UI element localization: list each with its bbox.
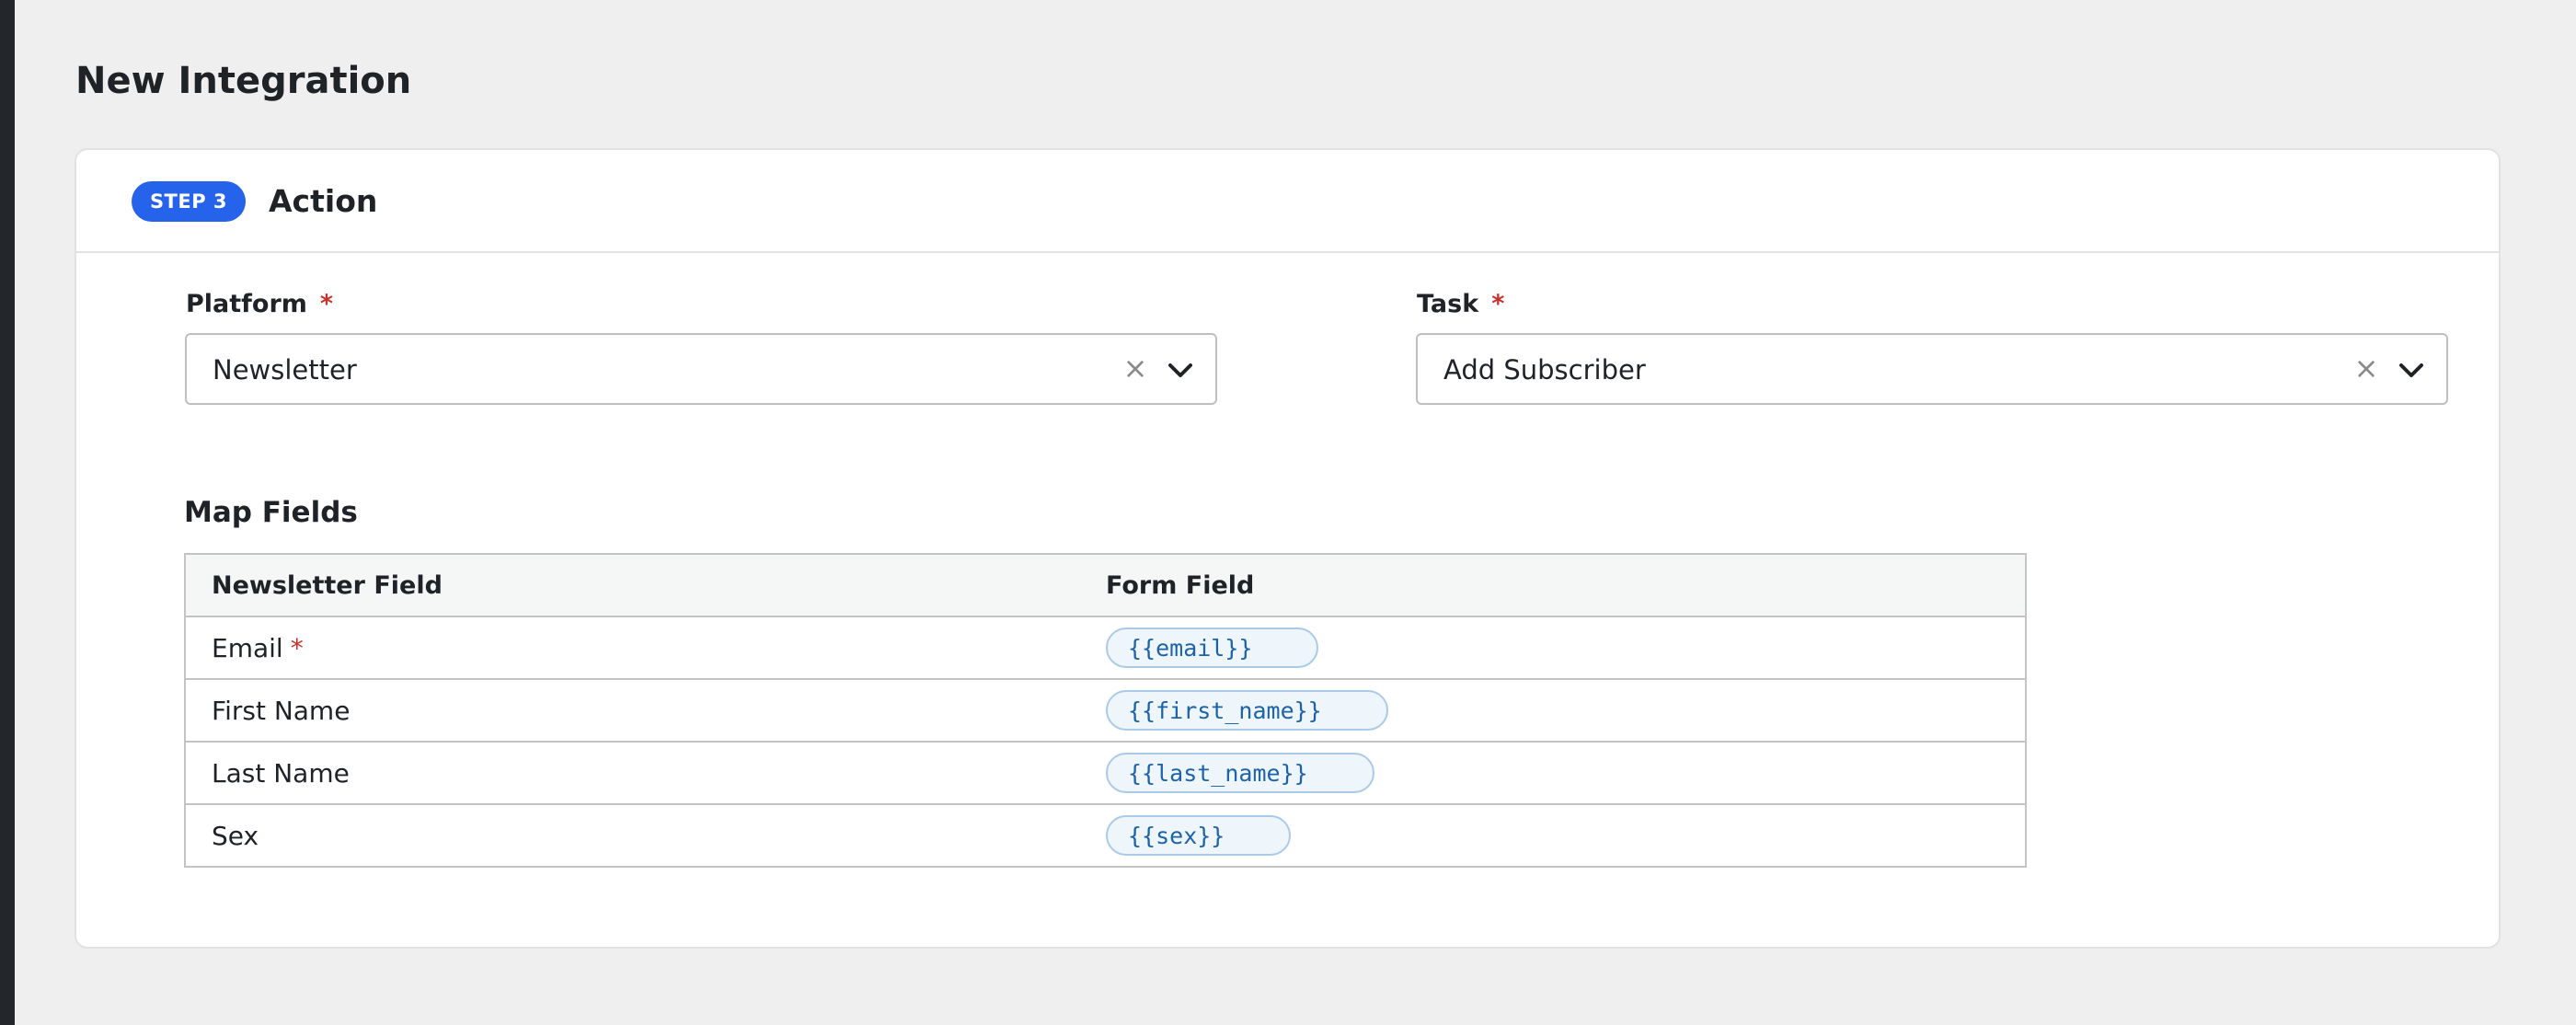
newsletter-field-cell: Last Name [184, 741, 1106, 805]
platform-label-text: Platform [186, 290, 307, 318]
task-select-value: Add Subscriber [1443, 354, 1646, 386]
task-required-marker: * [1491, 290, 1505, 318]
form-field-token[interactable]: {{first_name}} [1106, 690, 1388, 731]
newsletter-field-cell: First Name [184, 678, 1106, 743]
integration-card: STEP 3 Action Platform * Newsletter × Tas… [75, 148, 2501, 949]
newsletter-field-name: Sex [212, 820, 259, 851]
task-clear-button[interactable]: × [2352, 348, 2380, 388]
newsletter-field-name: Email [212, 632, 283, 663]
form-field-token[interactable]: {{email}} [1106, 628, 1319, 668]
task-dropdown-button[interactable] [2393, 350, 2430, 390]
platform-select-value: Newsletter [213, 354, 357, 386]
chevron-down-icon [1168, 363, 1192, 377]
form-field-cell: {{first_name}} [1106, 678, 2027, 743]
map-fields-table: Newsletter Field Form Field Email * {{ema… [184, 553, 2027, 868]
form-field-token[interactable]: {{last_name}} [1106, 753, 1374, 793]
step-title: Action [269, 183, 378, 219]
platform-label: Platform * [186, 286, 333, 323]
newsletter-field-cell: Sex [184, 803, 1106, 868]
platform-clear-button[interactable]: × [1121, 348, 1149, 388]
column-header-newsletter-field: Newsletter Field [184, 553, 1106, 617]
step-badge: STEP 3 [132, 181, 246, 222]
task-select[interactable]: Add Subscriber × [1416, 333, 2448, 405]
newsletter-field-name: Last Name [212, 757, 350, 789]
app-sidebar-edge [0, 0, 15, 1025]
form-field-token[interactable]: {{sex}} [1106, 815, 1292, 856]
table-row: Sex {{sex}} [184, 803, 2027, 868]
required-marker: * [290, 632, 304, 663]
table-row: Email * {{email}} [184, 616, 2027, 680]
step-header: STEP 3 Action [76, 150, 2499, 253]
newsletter-field-cell: Email * [184, 616, 1106, 680]
task-label-text: Task [1417, 290, 1479, 318]
table-row: First Name {{first_name}} [184, 678, 2027, 743]
platform-dropdown-button[interactable] [1162, 350, 1199, 390]
chevron-down-icon [2399, 363, 2423, 377]
form-field-cell: {{email}} [1106, 616, 2027, 680]
page-title: New Integration [75, 60, 412, 102]
map-fields-title: Map Fields [184, 496, 358, 529]
platform-select[interactable]: Newsletter × [185, 333, 1217, 405]
form-field-cell: {{sex}} [1106, 803, 2027, 868]
platform-required-marker: * [319, 290, 334, 318]
newsletter-field-name: First Name [212, 695, 351, 726]
table-header-row: Newsletter Field Form Field [184, 553, 2027, 617]
table-row: Last Name {{last_name}} [184, 741, 2027, 805]
form-field-cell: {{last_name}} [1106, 741, 2027, 805]
task-label: Task * [1417, 286, 1504, 323]
column-header-form-field: Form Field [1106, 553, 2027, 617]
